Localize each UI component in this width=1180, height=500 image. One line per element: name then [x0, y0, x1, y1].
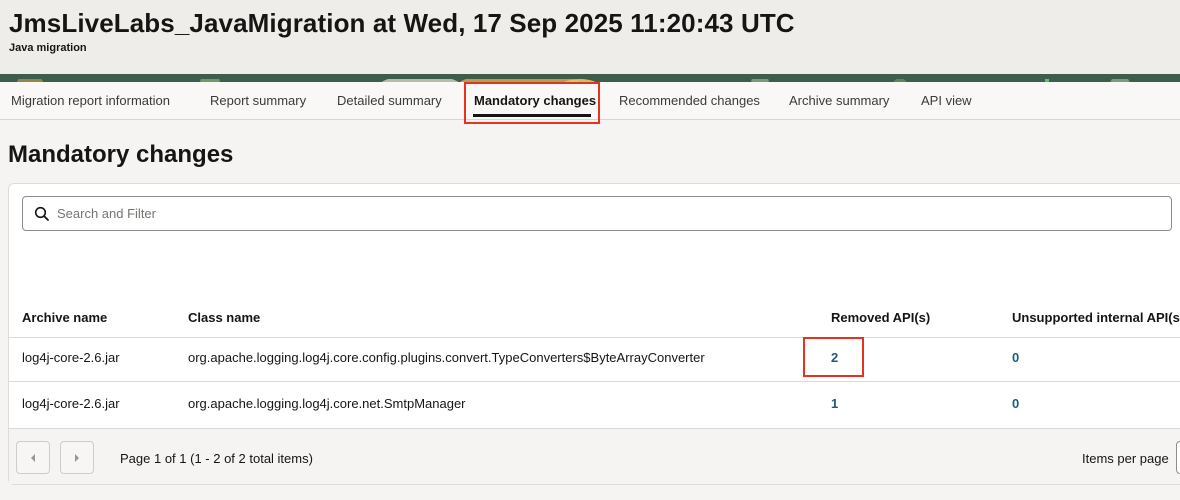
cell-removed-apis-link[interactable]: 1: [831, 396, 838, 411]
cell-class-name: org.apache.logging.log4j.core.net.SmtpMa…: [188, 396, 466, 411]
selected-tab-indicator: [473, 114, 591, 117]
tab-detailed-summary[interactable]: Detailed summary: [337, 82, 442, 120]
cell-archive-name: log4j-core-2.6.jar: [22, 396, 120, 411]
chevron-right-icon: [75, 454, 79, 462]
items-per-page-select[interactable]: [1176, 441, 1180, 474]
page-header: JmsLiveLabs_JavaMigration at Wed, 17 Sep…: [0, 0, 1180, 74]
column-header-unsupported-internal-apis[interactable]: Unsupported internal API(s): [1012, 310, 1180, 325]
cell-unsupported-apis-link[interactable]: 0: [1012, 396, 1019, 411]
search-icon: [34, 206, 50, 222]
tab-migration-report-information[interactable]: Migration report information: [11, 82, 170, 120]
decorative-banner: [0, 74, 1180, 82]
row-divider: [9, 381, 1180, 382]
previous-page-button[interactable]: [16, 441, 50, 474]
column-header-archive-name[interactable]: Archive name: [22, 310, 107, 325]
report-title: JmsLiveLabs_JavaMigration at Wed, 17 Sep…: [9, 8, 795, 38]
cell-class-name: org.apache.logging.log4j.core.config.plu…: [188, 350, 705, 365]
next-page-button[interactable]: [60, 441, 94, 474]
cell-unsupported-apis-link[interactable]: 0: [1012, 350, 1019, 365]
tab-recommended-changes[interactable]: Recommended changes: [619, 82, 760, 120]
search-input[interactable]: [57, 197, 1157, 230]
column-header-class-name[interactable]: Class name: [188, 310, 260, 325]
tab-api-view[interactable]: API view: [921, 82, 972, 120]
cell-archive-name: log4j-core-2.6.jar: [22, 350, 120, 365]
search-box: [22, 196, 1172, 231]
pagination-status: Page 1 of 1 (1 - 2 of 2 total items): [120, 451, 313, 466]
column-header-removed-apis[interactable]: Removed API(s): [831, 310, 930, 325]
tab-bar: Migration report information Report summ…: [0, 82, 1180, 120]
tab-report-summary[interactable]: Report summary: [210, 82, 306, 120]
tab-archive-summary[interactable]: Archive summary: [789, 82, 889, 120]
page-title: Mandatory changes: [8, 141, 234, 168]
header-divider: [9, 337, 1180, 338]
cell-removed-apis-link[interactable]: 2: [831, 350, 838, 365]
report-subtitle: Java migration: [9, 42, 87, 54]
items-per-page-label: Items per page: [1082, 451, 1169, 466]
chevron-left-icon: [31, 454, 35, 462]
